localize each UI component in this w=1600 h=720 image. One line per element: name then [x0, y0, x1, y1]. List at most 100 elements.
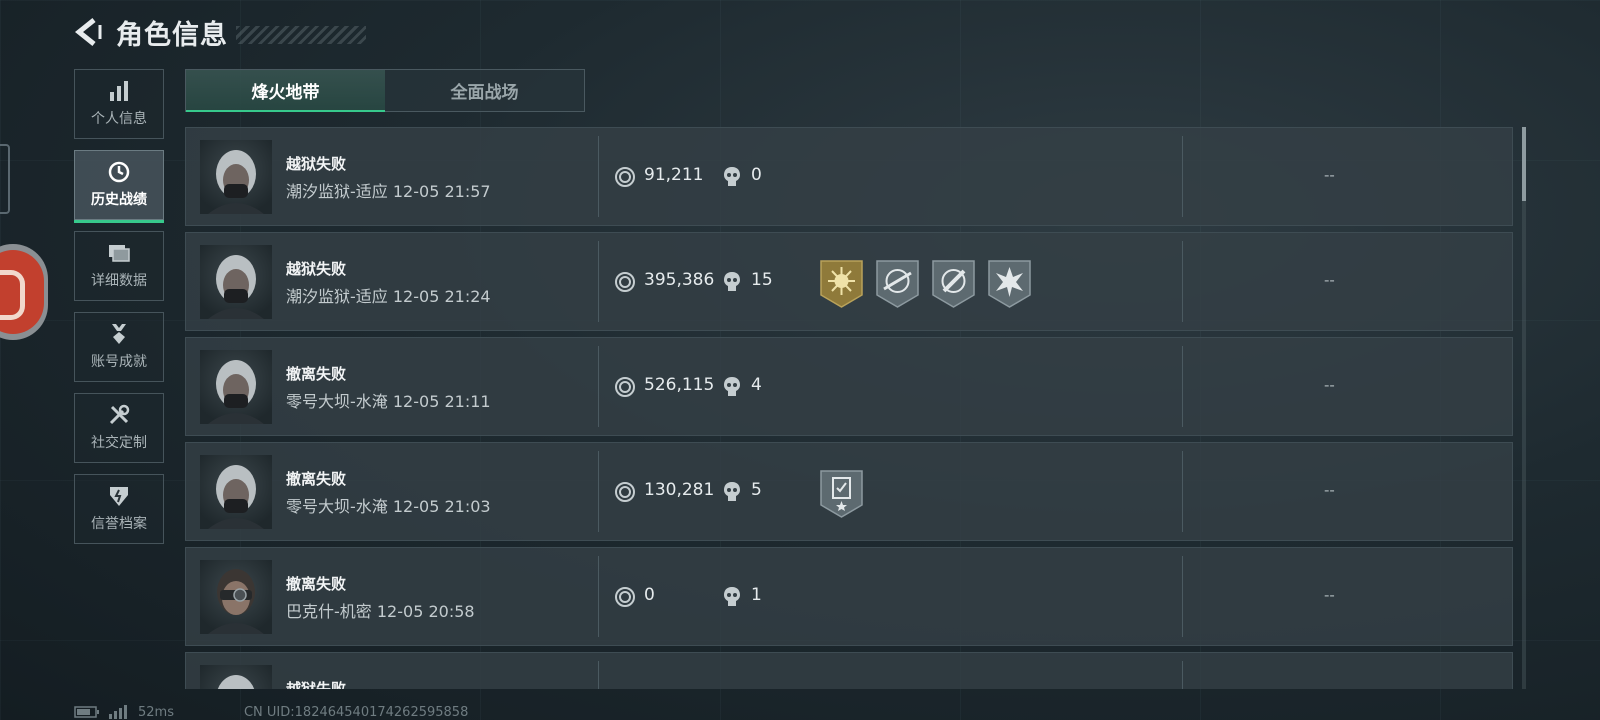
skull-icon — [724, 167, 740, 186]
extra-info: -- — [1324, 586, 1335, 604]
match-time: 12-05 21:24 — [392, 287, 491, 306]
loot-value: 0 — [644, 585, 655, 605]
sidebar: 个人信息 历史战绩 详细数据 账号成就 社交定制 信誉档案 — [74, 69, 164, 555]
extra-info: -- — [1324, 271, 1335, 289]
kill-count: 5 — [751, 480, 762, 500]
badge-list — [819, 469, 864, 519]
match-result: 越狱失败 — [286, 680, 347, 689]
match-result: 越狱失败 — [286, 155, 347, 173]
loot-value: 130,281 — [644, 480, 715, 500]
crosshair-knife-badge-icon[interactable] — [931, 259, 976, 309]
match-meta: 潮汐监狱-适应 12-05 21:57 — [286, 178, 491, 202]
bar-chart-icon — [110, 81, 128, 101]
list-item[interactable]: 撤离失败 巴克什-机密 12-05 20:58 0 1 -- — [185, 547, 1513, 646]
user-uid: CN UID:182464540174262595858 — [243, 704, 469, 720]
loot-value: 526,115 — [644, 375, 715, 395]
title-decoration — [236, 26, 366, 44]
tab-full-battlefield[interactable]: 全面战场 — [385, 70, 584, 111]
back-arrow-icon[interactable] — [74, 17, 102, 47]
skull-icon — [724, 272, 740, 291]
match-time: 12-05 21:03 — [392, 497, 491, 516]
operator-avatar — [200, 245, 272, 319]
list-item[interactable]: 越狱失败 潮汐监狱-适应 12-05 21:57 91,211 0 -- — [185, 127, 1513, 226]
skull-icon — [724, 377, 740, 396]
sidebar-item-label: 账号成就 — [91, 354, 147, 370]
scrollbar-thumb[interactable] — [1522, 127, 1526, 201]
medal-icon — [112, 324, 126, 344]
sidebar-item-personal-info[interactable]: 个人信息 — [74, 69, 164, 139]
ping-readout: 52ms — [138, 704, 174, 720]
tools-icon — [109, 404, 130, 425]
gold-sun-badge-icon[interactable] — [819, 259, 864, 309]
sidebar-item-label: 详细数据 — [91, 273, 147, 289]
kill-count: 4 — [751, 375, 762, 395]
operator-avatar — [200, 140, 272, 214]
sidebar-item-achievements[interactable]: 账号成就 — [74, 312, 164, 382]
operator-avatar — [200, 455, 272, 529]
coin-icon — [615, 272, 635, 292]
list-item[interactable]: 撤离失败 零号大坝-水淹 12-05 21:11 526,115 4 -- — [185, 337, 1513, 436]
tab-hazard-zone[interactable]: 烽火地带 — [186, 70, 385, 112]
mode-tabs: 烽火地带 全面战场 — [185, 69, 585, 112]
extra-info: -- — [1324, 376, 1335, 394]
sidebar-item-label: 信誉档案 — [91, 516, 147, 532]
explosion-badge-icon[interactable] — [987, 259, 1032, 309]
extra-info: -- — [1324, 166, 1335, 184]
match-time: 12-05 21:57 — [392, 182, 491, 201]
kill-count: 0 — [751, 165, 762, 185]
history-clock-icon — [108, 161, 130, 183]
match-result: 越狱失败 — [286, 260, 347, 278]
sidebar-item-label: 社交定制 — [91, 435, 147, 451]
coin-icon — [615, 482, 635, 502]
list-scrollbar[interactable] — [1522, 127, 1526, 689]
floating-assistant-button[interactable] — [0, 244, 48, 340]
edge-decoration — [0, 144, 10, 214]
match-result: 撤离失败 — [286, 365, 347, 383]
sidebar-item-label: 个人信息 — [91, 111, 147, 127]
badge-list — [819, 259, 1032, 309]
kill-count: 1 — [751, 585, 762, 605]
clipboard-star-badge-icon[interactable] — [819, 469, 864, 519]
loot-value: 395,386 — [644, 270, 715, 290]
map-name: 潮汐监狱-适应 — [286, 287, 388, 306]
loot-value: 91,211 — [644, 165, 704, 185]
signal-icon — [109, 705, 127, 719]
match-meta: 巴克什-机密 12-05 20:58 — [286, 598, 475, 622]
match-result: 撤离失败 — [286, 575, 347, 593]
match-meta: 零号大坝-水淹 12-05 21:03 — [286, 493, 491, 517]
skull-icon — [724, 482, 740, 501]
map-name: 零号大坝-水淹 — [286, 497, 388, 516]
match-history-list[interactable]: 越狱失败 潮汐监狱-适应 12-05 21:57 91,211 0 -- 越狱失… — [185, 127, 1515, 689]
coin-icon — [615, 587, 635, 607]
map-name: 潮汐监狱-适应 — [286, 182, 388, 201]
crosshair-rifle-badge-icon[interactable] — [875, 259, 920, 309]
match-meta: 零号大坝-水淹 12-05 21:11 — [286, 388, 491, 412]
coin-icon — [615, 167, 635, 187]
operator-avatar — [200, 350, 272, 424]
sidebar-item-detailed-data[interactable]: 详细数据 — [74, 231, 164, 301]
coin-icon — [615, 377, 635, 397]
match-time: 12-05 20:58 — [376, 602, 475, 621]
kill-count: 15 — [751, 270, 773, 290]
match-time: 12-05 21:11 — [392, 392, 491, 411]
list-item[interactable]: 越狱失败 潮汐监狱-适应 12-05 21:24 395,386 15 -- — [185, 232, 1513, 331]
operator-avatar — [200, 560, 272, 634]
match-result: 撤离失败 — [286, 470, 347, 488]
list-item[interactable]: 越狱失败 — [185, 652, 1513, 689]
sidebar-item-reputation[interactable]: 信誉档案 — [74, 474, 164, 544]
extra-info: -- — [1324, 481, 1335, 499]
map-name: 零号大坝-水淹 — [286, 392, 388, 411]
operator-avatar — [200, 665, 272, 689]
sidebar-item-social[interactable]: 社交定制 — [74, 393, 164, 463]
page-title: 角色信息 — [116, 19, 228, 51]
sidebar-item-history[interactable]: 历史战绩 — [74, 150, 164, 223]
page-header: 角色信息 — [74, 14, 366, 51]
skull-icon — [724, 587, 740, 606]
battery-icon — [74, 706, 99, 718]
match-meta: 潮汐监狱-适应 12-05 21:24 — [286, 283, 491, 307]
shield-icon — [110, 487, 128, 506]
status-bar: 52ms CN UID:182464540174262595858 — [74, 704, 468, 720]
map-name: 巴克什-机密 — [286, 602, 372, 621]
list-item[interactable]: 撤离失败 零号大坝-水淹 12-05 21:03 130,281 5 -- — [185, 442, 1513, 541]
cards-icon — [109, 245, 130, 262]
